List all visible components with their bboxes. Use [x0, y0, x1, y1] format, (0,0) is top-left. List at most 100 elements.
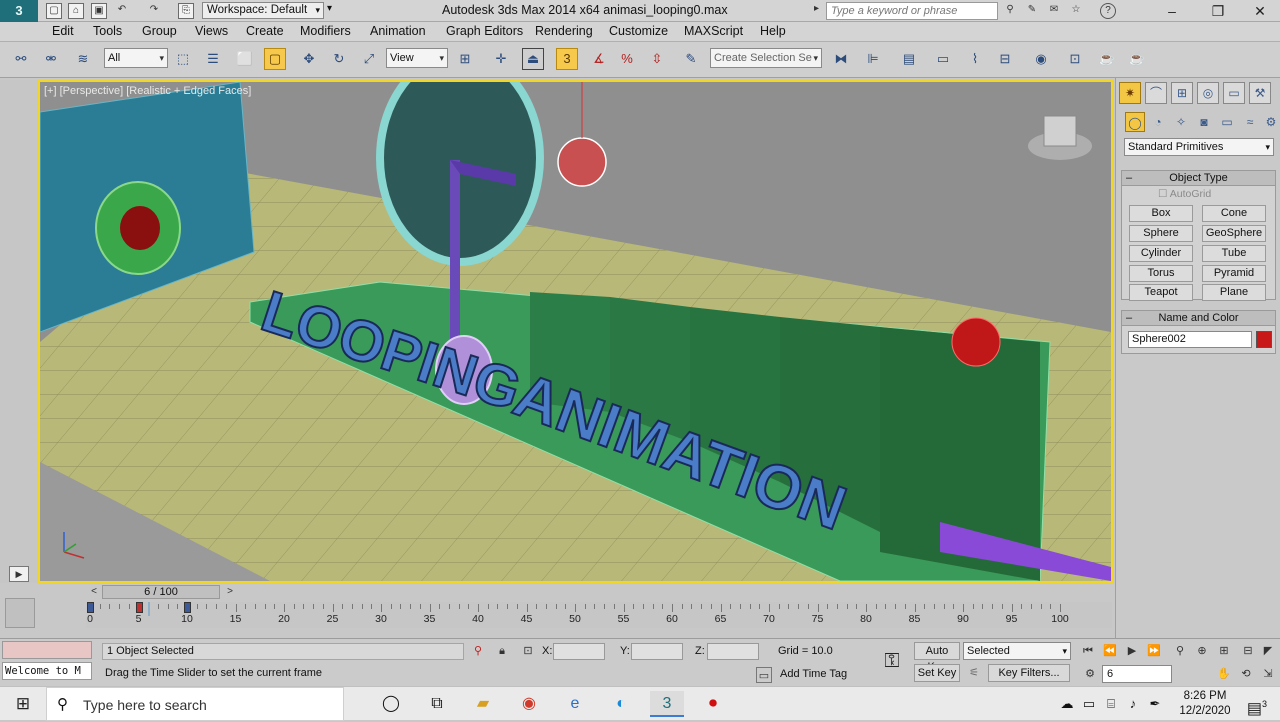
create-tab-icon[interactable]: ✷	[1119, 82, 1141, 104]
pyramid-button[interactable]: Pyramid	[1202, 265, 1266, 282]
edit-named-selections-icon[interactable]: ✎	[680, 48, 702, 70]
snaps-toggle-icon[interactable]: 3	[556, 48, 578, 70]
app-logo-icon[interactable]: 3	[0, 0, 38, 22]
workspace-menu-icon[interactable]: ▾	[327, 3, 332, 14]
previous-key-icon[interactable]: ⏪	[1102, 643, 1118, 659]
absolute-mode-icon[interactable]: ⊡	[520, 643, 536, 659]
previous-frame-icon[interactable]: <	[86, 586, 102, 598]
display-tab-icon[interactable]: ▭	[1223, 82, 1245, 104]
cortana-icon[interactable]: ◯	[374, 691, 408, 717]
cloud-icon[interactable]: ☁	[1056, 691, 1078, 717]
set-key-button[interactable]: Set Key	[914, 664, 960, 682]
menu-help[interactable]: Help	[760, 24, 786, 38]
track-bar[interactable]: 0 5 10 15 20 25 30 35 40 45 50 55 60 65 70 75 80 85 90 95 10…	[86, 602, 1112, 628]
file-explorer-icon[interactable]: ▰	[466, 691, 500, 717]
zoom-extents-icon[interactable]: ⊞	[1216, 643, 1232, 659]
auto-key-button[interactable]: Auto Key	[914, 642, 960, 673]
current-frame-spinner[interactable]: 6	[1102, 665, 1172, 683]
viewcube-icon[interactable]	[1043, 115, 1077, 147]
mirror-icon[interactable]: ⧓	[830, 48, 852, 70]
scale-icon[interactable]: ⤢	[358, 48, 380, 70]
rectangular-selection-icon[interactable]: ⬜	[234, 48, 256, 70]
windows-start-icon[interactable]: ⊞	[0, 687, 46, 721]
isolate-selection-icon[interactable]: ⚲	[470, 643, 486, 659]
cylinder-button[interactable]: Cylinder	[1129, 245, 1193, 262]
close-icon[interactable]: ✕	[1240, 1, 1280, 21]
menu-create[interactable]: Create	[246, 24, 284, 38]
unlink-icon[interactable]: ⚮	[40, 48, 62, 70]
utilities-tab-icon[interactable]: ⚒	[1249, 82, 1271, 104]
menu-animation[interactable]: Animation	[370, 24, 426, 38]
menu-modifiers[interactable]: Modifiers	[300, 24, 351, 38]
window-crossing-icon[interactable]: ▢	[264, 48, 286, 70]
key-filters-button[interactable]: Key Filters...	[988, 664, 1070, 682]
menu-views[interactable]: Views	[195, 24, 228, 38]
systems-icon[interactable]: ⚙	[1261, 112, 1280, 132]
helpers-icon[interactable]: ▭	[1217, 112, 1237, 132]
chrome-icon[interactable]: ◉	[512, 691, 546, 717]
menu-customize[interactable]: Customize	[609, 24, 668, 38]
rendered-frame-window-icon[interactable]: ☕	[1096, 48, 1118, 70]
recorder-icon[interactable]: ⏺	[696, 691, 730, 717]
y-coordinate-field[interactable]	[631, 643, 683, 660]
selection-filter-dropdown[interactable]: All ▾	[104, 48, 168, 68]
zoom-extents-all-icon[interactable]: ⊟	[1240, 643, 1256, 659]
lights-icon[interactable]: ✧	[1171, 112, 1191, 132]
workspace-dropdown[interactable]: Workspace: Default ▾	[202, 2, 324, 19]
battery-icon[interactable]: ▭	[1078, 691, 1100, 717]
play-icon[interactable]: ▶	[1124, 643, 1140, 659]
keyboard-shortcut-override-icon[interactable]: ⏏	[522, 48, 544, 70]
spinner-snap-icon[interactable]: ⇳	[646, 48, 668, 70]
schematic-view-icon[interactable]: ⊟	[994, 48, 1016, 70]
animation-key[interactable]	[184, 602, 191, 613]
time-slider-handle[interactable]: 6 / 100	[102, 585, 220, 599]
pivot-center-icon[interactable]: ⊞	[454, 48, 476, 70]
orbit-icon[interactable]: ⟲	[1238, 666, 1254, 682]
animation-key[interactable]	[135, 602, 143, 613]
menu-rendering[interactable]: Rendering	[535, 24, 593, 38]
taskbar-clock[interactable]: 8:26 PM 12/2/2020	[1172, 689, 1238, 719]
menu-tools[interactable]: Tools	[93, 24, 122, 38]
reference-coordinate-dropdown[interactable]: View ▾	[386, 48, 448, 68]
cameras-icon[interactable]: ◙	[1194, 112, 1214, 132]
align-icon[interactable]: ⊫	[862, 48, 884, 70]
bind-space-warp-icon[interactable]: ≋	[72, 48, 94, 70]
favorites-icon[interactable]: ☆	[1068, 3, 1084, 19]
shapes-icon[interactable]: ◔	[1148, 112, 1168, 132]
modify-tab-icon[interactable]: ⌒	[1145, 82, 1167, 104]
maximize-viewport-icon[interactable]: ⇲	[1260, 666, 1276, 682]
notifications-icon[interactable]: ▤3	[1240, 691, 1274, 717]
motion-tab-icon[interactable]: ◎	[1197, 82, 1219, 104]
zoom-all-icon[interactable]: ⊕	[1194, 643, 1210, 659]
binoculars-icon[interactable]: ⚲	[1002, 3, 1018, 19]
field-of-view-icon[interactable]: ◤	[1260, 643, 1276, 659]
selection-lock-icon[interactable]: 🔒︎	[494, 643, 510, 659]
menu-graph-editors[interactable]: Graph Editors	[446, 24, 523, 38]
network-icon[interactable]: ⌸	[1100, 691, 1122, 717]
box-button[interactable]: Box	[1129, 205, 1193, 222]
object-color-swatch[interactable]	[1256, 331, 1272, 348]
curve-editor-icon[interactable]: ⌇	[964, 48, 986, 70]
z-coordinate-field[interactable]	[707, 643, 759, 660]
angle-snap-icon[interactable]: ∡	[588, 48, 610, 70]
set-key-icon[interactable]: ⚿	[874, 647, 910, 675]
hierarchy-tab-icon[interactable]: ⊞	[1171, 82, 1193, 104]
expand-search-icon[interactable]: ▸	[814, 3, 819, 14]
viewport-expand-icon[interactable]: ▶	[9, 566, 29, 582]
subscription-icon[interactable]: ✎	[1024, 3, 1040, 19]
key-mode-dropdown[interactable]: Selected ▾	[963, 642, 1071, 660]
menu-maxscript[interactable]: MAXScript	[684, 24, 743, 38]
graphite-tools-icon[interactable]: ▭	[932, 48, 954, 70]
project-folder-icon[interactable]: ⎘	[178, 3, 194, 19]
torus-button[interactable]: Torus	[1129, 265, 1193, 282]
maximize-icon[interactable]: ❐	[1198, 1, 1238, 21]
pan-icon[interactable]: ✋	[1216, 666, 1232, 682]
go-to-start-icon[interactable]: ⏮	[1080, 643, 1096, 659]
teapot-button[interactable]: Teapot	[1129, 284, 1193, 301]
named-selection-sets-dropdown[interactable]: Create Selection Se ▾	[710, 48, 822, 68]
rotate-icon[interactable]: ↻	[328, 48, 350, 70]
tube-button[interactable]: Tube	[1202, 245, 1266, 262]
cone-button[interactable]: Cone	[1202, 205, 1266, 222]
edge-icon[interactable]: ◐	[604, 691, 638, 717]
maxscript-listener-input[interactable]	[2, 641, 92, 659]
